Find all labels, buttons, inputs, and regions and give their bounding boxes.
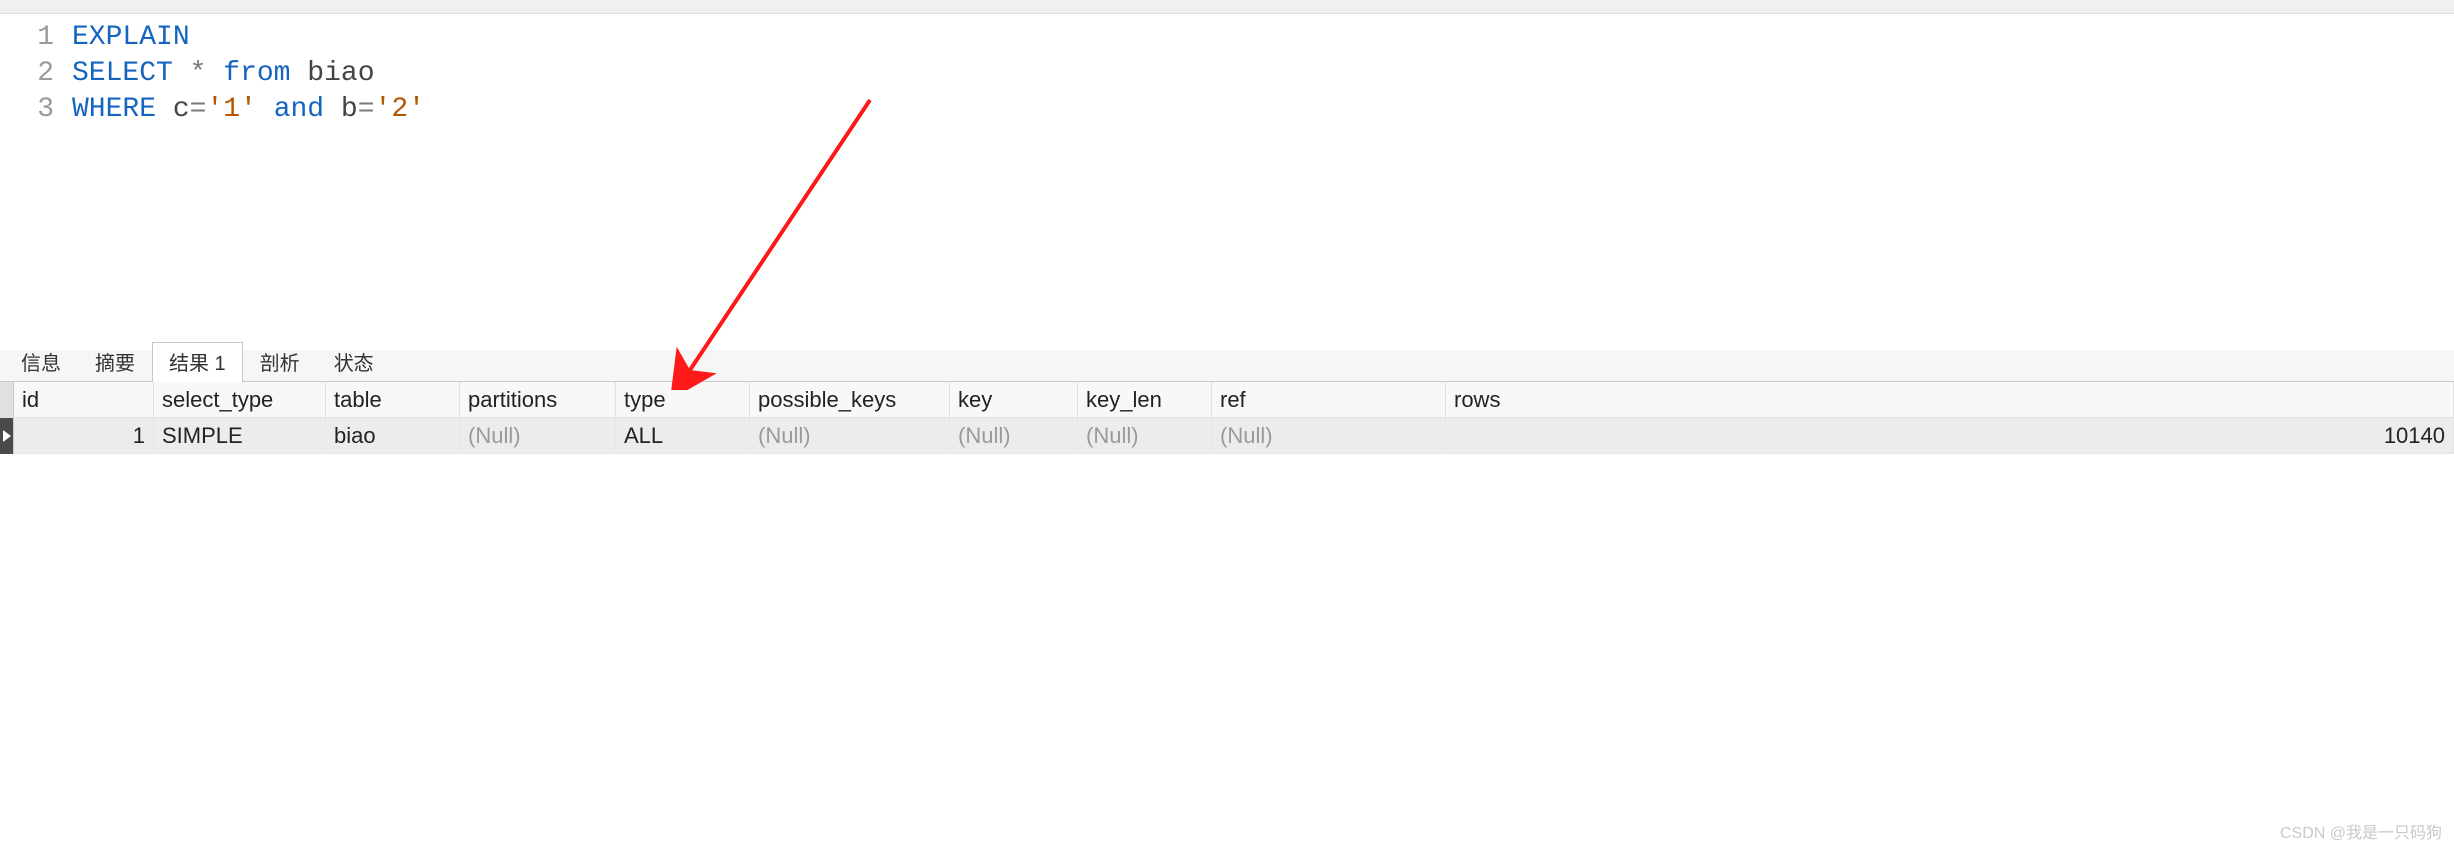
col-select-type[interactable]: select_type xyxy=(154,382,326,418)
line-number: 2 xyxy=(0,56,72,92)
cell-rows[interactable]: 10140 xyxy=(1446,418,2454,454)
cell-select-type[interactable]: SIMPLE xyxy=(154,418,326,454)
tab-result-1[interactable]: 结果 1 xyxy=(152,342,243,382)
line-number: 1 xyxy=(0,20,72,56)
cell-possible-keys[interactable]: (Null) xyxy=(750,418,950,454)
col-id[interactable]: id xyxy=(14,382,154,418)
col-ref[interactable]: ref xyxy=(1212,382,1446,418)
sql-editor[interactable]: 1 EXPLAIN 2 SELECT * from biao 3 WHERE c… xyxy=(0,14,2454,350)
table-row[interactable]: 1 SIMPLE biao (Null) ALL (Null) (Null) (… xyxy=(0,418,2454,454)
tab-status[interactable]: 状态 xyxy=(317,342,391,382)
cell-ref[interactable]: (Null) xyxy=(1212,418,1446,454)
code-line: SELECT * from biao xyxy=(72,56,375,92)
col-table[interactable]: table xyxy=(326,382,460,418)
tab-info[interactable]: 信息 xyxy=(4,342,78,382)
cell-type[interactable]: ALL xyxy=(616,418,750,454)
result-tabs: 信息 摘要 结果 1 剖析 状态 xyxy=(0,350,2454,382)
grid-header-row: id select_type table partitions type pos… xyxy=(0,382,2454,418)
watermark: CSDN @我是一只码狗 xyxy=(2280,819,2442,843)
col-type[interactable]: type xyxy=(616,382,750,418)
tab-summary[interactable]: 摘要 xyxy=(78,342,152,382)
col-rows[interactable]: rows xyxy=(1446,382,2454,418)
cell-table[interactable]: biao xyxy=(326,418,460,454)
result-grid[interactable]: id select_type table partitions type pos… xyxy=(0,382,2454,454)
col-key[interactable]: key xyxy=(950,382,1078,418)
code-line: WHERE c='1' and b='2' xyxy=(72,92,425,128)
row-marker-header xyxy=(0,382,14,418)
line-number: 3 xyxy=(0,92,72,128)
toolbar xyxy=(0,0,2454,14)
cell-key[interactable]: (Null) xyxy=(950,418,1078,454)
cell-key-len[interactable]: (Null) xyxy=(1078,418,1212,454)
tab-profile[interactable]: 剖析 xyxy=(243,342,317,382)
col-key-len[interactable]: key_len xyxy=(1078,382,1212,418)
row-marker-icon xyxy=(0,418,14,454)
cell-id[interactable]: 1 xyxy=(14,418,154,454)
code-line: EXPLAIN xyxy=(72,20,190,56)
col-partitions[interactable]: partitions xyxy=(460,382,616,418)
col-possible-keys[interactable]: possible_keys xyxy=(750,382,950,418)
cell-partitions[interactable]: (Null) xyxy=(460,418,616,454)
